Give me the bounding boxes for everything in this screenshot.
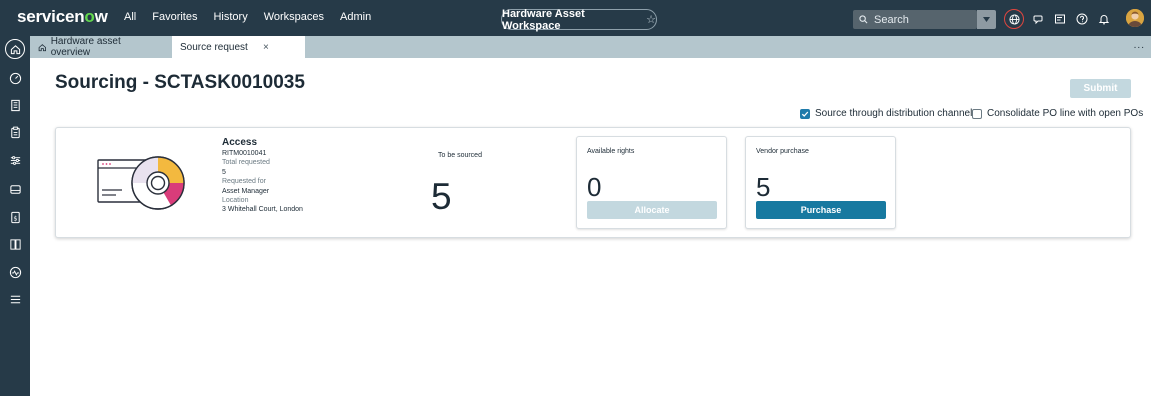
nav-history[interactable]: History <box>213 11 247 23</box>
vendor-purchase-title: Vendor purchase <box>756 148 809 155</box>
requested-for-value: Asset Manager <box>222 187 270 195</box>
bell-icon[interactable] <box>1096 11 1111 26</box>
page-title: Sourcing - SCTASK0010035 <box>55 72 305 93</box>
purchase-button[interactable]: Purchase <box>756 201 886 219</box>
to-be-sourced-label: To be sourced <box>438 152 482 159</box>
top-bar: servicenow All Favorites History Workspa… <box>0 0 1151 36</box>
item-name: Access <box>222 137 258 148</box>
consolidate-po-label: Consolidate PO line with open POs <box>987 108 1144 119</box>
vendor-purchase-value: 5 <box>756 172 771 202</box>
caret-down-icon <box>983 17 990 22</box>
building-icon[interactable] <box>7 97 23 113</box>
distribution-channel-checkbox[interactable] <box>800 108 810 119</box>
tab-label: Source request <box>180 41 248 53</box>
tab-label: Hardware asset overview <box>50 36 121 58</box>
search-placeholder: Search <box>874 13 909 26</box>
consolidate-po-checkbox[interactable] <box>972 108 982 119</box>
logo-suffix: w <box>94 7 108 26</box>
svg-text:$: $ <box>13 214 17 222</box>
to-be-sourced-value: 5 <box>431 176 452 217</box>
checkmark-icon <box>801 111 809 117</box>
chat-icon[interactable] <box>1031 11 1046 26</box>
available-rights-title: Available rights <box>587 148 635 155</box>
submit-button[interactable]: Submit <box>1070 79 1131 98</box>
distribution-channel-label: Source through distribution channel <box>815 108 973 119</box>
consolidate-po-option[interactable]: Consolidate PO line with open POs <box>972 108 1143 119</box>
search-scope-dropdown[interactable] <box>977 10 996 29</box>
tab-strip: Hardware asset overview Source request ×… <box>30 36 1151 58</box>
nav-admin[interactable]: Admin <box>340 11 371 23</box>
home-tab-icon <box>38 43 46 51</box>
workspace-selector[interactable]: Hardware Asset Workspace ☆ <box>501 7 657 32</box>
notes-icon[interactable] <box>1052 11 1067 26</box>
tab-hardware-asset-overview[interactable]: Hardware asset overview <box>30 36 167 58</box>
available-rights-value: 0 <box>587 172 602 202</box>
total-requested-value: 5 <box>222 168 226 176</box>
location-value: 3 Whitehall Court, London <box>222 206 303 214</box>
distribution-channel-option[interactable]: Source through distribution channel <box>800 108 972 119</box>
tab-source-request[interactable]: Source request × <box>172 36 305 58</box>
logo-o: o <box>84 7 95 26</box>
clipboard-icon[interactable] <box>7 124 23 140</box>
nav-favorites[interactable]: Favorites <box>152 11 197 23</box>
search-input[interactable]: Search <box>853 10 977 29</box>
software-disc-illustration <box>97 156 185 210</box>
close-icon[interactable]: × <box>263 42 269 53</box>
nav-workspaces[interactable]: Workspaces <box>264 11 324 23</box>
dashboard-icon[interactable] <box>7 70 23 86</box>
invoice-icon[interactable]: $ <box>7 209 23 225</box>
allocate-button[interactable]: Allocate <box>587 201 717 219</box>
user-avatar[interactable] <box>1126 9 1144 27</box>
list-icon[interactable] <box>7 291 23 307</box>
more-tabs-button[interactable]: ... <box>1134 40 1145 51</box>
activity-icon[interactable] <box>7 264 23 280</box>
left-rail: $ <box>0 36 30 396</box>
vendor-purchase-panel: Vendor purchase 5 Purchase <box>745 136 896 229</box>
location-label: Location <box>222 197 249 205</box>
nav-all[interactable]: All <box>124 11 136 23</box>
globe-icon[interactable] <box>1004 9 1024 29</box>
item-ritm: RITM0010041 <box>222 150 267 157</box>
home-icon[interactable] <box>5 39 25 59</box>
catalog-icon[interactable] <box>7 236 23 252</box>
available-rights-panel: Available rights 0 Allocate <box>576 136 727 229</box>
help-icon[interactable] <box>1074 11 1089 26</box>
sliders-icon[interactable] <box>7 152 23 168</box>
workspace-name: Hardware Asset Workspace <box>502 7 585 32</box>
sourcing-item-card: Access RITM0010041 Total requested 5 Req… <box>55 127 1131 238</box>
main-nav: All Favorites History Workspaces Admin <box>124 11 387 23</box>
star-icon[interactable]: ☆ <box>646 13 656 26</box>
item-details: Access RITM0010041 Total requested 5 Req… <box>222 137 303 215</box>
inbox-icon[interactable] <box>7 181 23 197</box>
logo-prefix: servicen <box>17 7 85 26</box>
search-icon <box>859 15 868 24</box>
requested-for-label: Requested for <box>222 178 266 186</box>
servicenow-logo[interactable]: servicenow <box>17 7 108 27</box>
total-requested-label: Total requested <box>222 159 270 167</box>
